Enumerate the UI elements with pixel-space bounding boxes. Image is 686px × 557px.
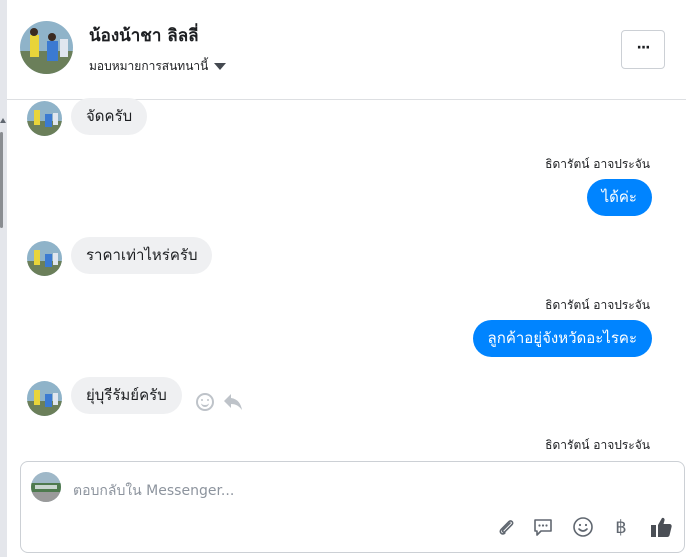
page-avatar — [31, 472, 61, 502]
caret-down-icon — [214, 63, 227, 70]
contact-avatar[interactable] — [20, 21, 73, 74]
sender-name: ธิดารัตน์ อาจประจัน — [545, 438, 650, 452]
scroll-up-arrow-icon[interactable] — [0, 118, 6, 123]
saved-reply-icon[interactable] — [531, 515, 555, 539]
scrollbar-track[interactable] — [0, 0, 7, 557]
assign-conversation-dropdown[interactable]: มอบหมายการสนทนานี้ — [89, 57, 227, 76]
sender-name: ธิดารัตน์ อาจประจัน — [545, 298, 650, 312]
more-options-button[interactable]: ··· — [621, 30, 665, 69]
like-icon[interactable] — [649, 515, 673, 539]
contact-avatar-small — [27, 381, 62, 416]
attachment-icon[interactable] — [494, 515, 518, 539]
message-bubble-outgoing[interactable]: ลูกค้าอยู่จังหวัดอะไรคะ — [472, 320, 652, 357]
message-bubble-incoming[interactable]: ยุ่บุรีรัมย์ครับ — [71, 377, 182, 414]
message-bubble-outgoing[interactable]: ได้ค่ะ — [586, 179, 652, 216]
scrollbar-thumb[interactable] — [0, 132, 3, 228]
emoji-icon[interactable] — [571, 515, 595, 539]
message-bubble-incoming[interactable]: ราคาเท่าไหร่ครับ — [71, 237, 213, 274]
reply-input[interactable] — [73, 480, 653, 502]
assign-label: มอบหมายการสนทนานี้ — [89, 59, 209, 73]
smile-icon[interactable] — [196, 393, 214, 411]
payment-icon[interactable]: ฿ — [609, 515, 633, 539]
reply-icon[interactable] — [222, 392, 244, 412]
message-bubble-incoming[interactable]: จัดครับ — [71, 98, 148, 135]
contact-avatar-small — [27, 241, 62, 276]
sender-name: ธิดารัตน์ อาจประจัน — [545, 157, 650, 171]
contact-avatar-small — [27, 101, 62, 136]
conversation-header: น้องน้าชา ลิลลี่ มอบหมายการสนทนานี้ ··· — [7, 0, 686, 100]
reply-composer: ฿ — [20, 461, 685, 553]
contact-name[interactable]: น้องน้าชา ลิลลี่ — [89, 22, 199, 49]
